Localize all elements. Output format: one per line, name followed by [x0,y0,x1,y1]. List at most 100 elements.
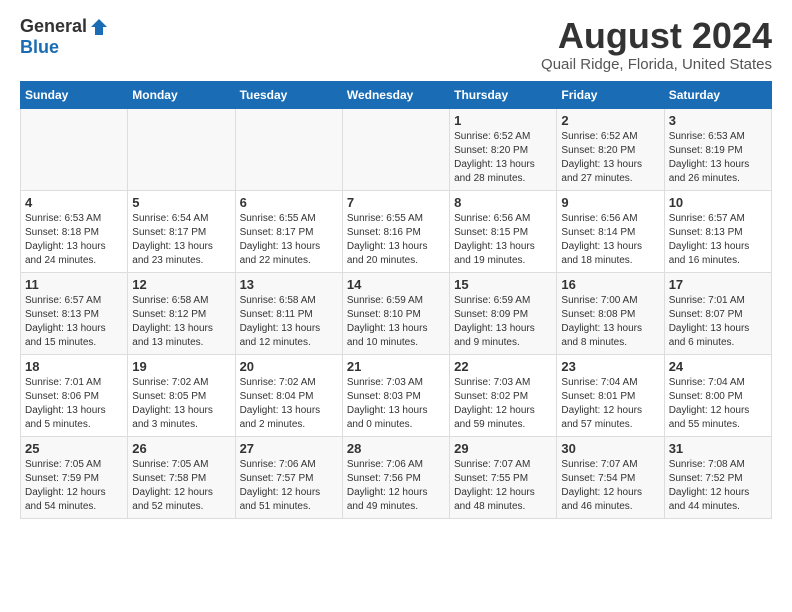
cell-date-number: 21 [347,359,445,374]
calendar-body: 1Sunrise: 6:52 AMSunset: 8:20 PMDaylight… [21,108,772,518]
cell-date-number: 27 [240,441,338,456]
col-monday: Monday [128,81,235,108]
cell-info: Sunrise: 7:05 AMSunset: 7:59 PMDaylight:… [25,458,123,514]
calendar-row: 1Sunrise: 6:52 AMSunset: 8:20 PMDaylight… [21,108,772,190]
cell-info: Sunrise: 7:07 AMSunset: 7:55 PMDaylight:… [454,458,552,514]
cell-date-number: 4 [25,195,123,210]
calendar-cell: 14Sunrise: 6:59 AMSunset: 8:10 PMDayligh… [342,272,449,354]
logo: General Blue [20,16,109,58]
cell-info: Sunrise: 6:53 AMSunset: 8:18 PMDaylight:… [25,212,123,268]
cell-date-number: 14 [347,277,445,292]
cell-date-number: 25 [25,441,123,456]
calendar-cell: 27Sunrise: 7:06 AMSunset: 7:57 PMDayligh… [235,436,342,518]
cell-date-number: 30 [561,441,659,456]
calendar-cell: 12 Sunrise: 6:58 AMSunset: 8:12 PMDayligh… [128,272,235,354]
calendar-cell: 4 Sunrise: 6:53 AMSunset: 8:18 PMDaylight… [21,190,128,272]
logo-blue-text: Blue [20,37,59,58]
calendar-cell: 15Sunrise: 6:59 AMSunset: 8:09 PMDayligh… [450,272,557,354]
cell-date-number: 9 [561,195,659,210]
cell-date-number: 24 [669,359,767,374]
col-saturday: Saturday [664,81,771,108]
calendar-cell: 6 Sunrise: 6:55 AMSunset: 8:17 PMDaylight… [235,190,342,272]
calendar-cell: 29 Sunrise: 7:07 AMSunset: 7:55 PMDayligh… [450,436,557,518]
calendar-cell: 25 Sunrise: 7:05 AMSunset: 7:59 PMDayligh… [21,436,128,518]
calendar-cell [342,108,449,190]
cell-info: Sunrise: 7:00 AMSunset: 8:08 PMDaylight:… [561,294,659,350]
cell-info: Sunrise: 6:57 AMSunset: 8:13 PMDaylight:… [669,212,767,268]
calendar-cell: 21 Sunrise: 7:03 AMSunset: 8:03 PMDayligh… [342,354,449,436]
cell-date-number: 18 [25,359,123,374]
cell-info: Sunrise: 7:08 AMSunset: 7:52 PMDaylight:… [669,458,767,514]
calendar-row: 4 Sunrise: 6:53 AMSunset: 8:18 PMDaylight… [21,190,772,272]
col-friday: Friday [557,81,664,108]
cell-date-number: 10 [669,195,767,210]
calendar-cell: 19 Sunrise: 7:02 AMSunset: 8:05 PMDayligh… [128,354,235,436]
cell-info: Sunrise: 7:04 AMSunset: 8:01 PMDaylight:… [561,376,659,432]
page-title: August 2024 [541,16,772,56]
cell-info: Sunrise: 7:06 AMSunset: 7:56 PMDaylight:… [347,458,445,514]
cell-date-number: 23 [561,359,659,374]
cell-date-number: 22 [454,359,552,374]
cell-date-number: 5 [132,195,230,210]
cell-info: Sunrise: 6:58 AMSunset: 8:12 PMDaylight:… [132,294,230,350]
calendar-cell [235,108,342,190]
col-tuesday: Tuesday [235,81,342,108]
calendar-cell: 18 Sunrise: 7:01 AMSunset: 8:06 PMDayligh… [21,354,128,436]
calendar-cell: 16 Sunrise: 7:00 AMSunset: 8:08 PMDayligh… [557,272,664,354]
cell-info: Sunrise: 7:01 AMSunset: 8:06 PMDaylight:… [25,376,123,432]
col-thursday: Thursday [450,81,557,108]
calendar-cell: 31 Sunrise: 7:08 AMSunset: 7:52 PMDayligh… [664,436,771,518]
cell-date-number: 13 [240,277,338,292]
cell-date-number: 20 [240,359,338,374]
cell-info: Sunrise: 7:02 AMSunset: 8:04 PMDaylight:… [240,376,338,432]
calendar-cell: 7 Sunrise: 6:55 AMSunset: 8:16 PMDaylight… [342,190,449,272]
header-row: Sunday Monday Tuesday Wednesday Thursday… [21,81,772,108]
calendar-cell [21,108,128,190]
calendar-cell: 23 Sunrise: 7:04 AMSunset: 8:01 PMDayligh… [557,354,664,436]
cell-date-number: 7 [347,195,445,210]
cell-info: Sunrise: 6:54 AMSunset: 8:17 PMDaylight:… [132,212,230,268]
calendar-cell: 10 Sunrise: 6:57 AMSunset: 8:13 PMDayligh… [664,190,771,272]
cell-info: Sunrise: 6:52 AMSunset: 8:20 PMDaylight:… [454,130,552,186]
calendar-cell: 11 Sunrise: 6:57 AMSunset: 8:13 PMDayligh… [21,272,128,354]
page-subtitle: Quail Ridge, Florida, United States [541,56,772,73]
cell-date-number: 11 [25,277,123,292]
calendar-header: Sunday Monday Tuesday Wednesday Thursday… [21,81,772,108]
cell-info: Sunrise: 6:55 AMSunset: 8:16 PMDaylight:… [347,212,445,268]
logo-general-text: General [20,16,87,37]
cell-date-number: 29 [454,441,552,456]
cell-date-number: 6 [240,195,338,210]
cell-date-number: 12 [132,277,230,292]
cell-info: Sunrise: 6:57 AMSunset: 8:13 PMDaylight:… [25,294,123,350]
calendar-cell: 2Sunrise: 6:52 AMSunset: 8:20 PMDaylight… [557,108,664,190]
cell-date-number: 16 [561,277,659,292]
calendar-cell: 20 Sunrise: 7:02 AMSunset: 8:04 PMDayligh… [235,354,342,436]
cell-date-number: 15 [454,277,552,292]
cell-info: Sunrise: 7:03 AMSunset: 8:03 PMDaylight:… [347,376,445,432]
cell-info: Sunrise: 6:56 AMSunset: 8:14 PMDaylight:… [561,212,659,268]
cell-date-number: 3 [669,113,767,128]
calendar-cell: 22 Sunrise: 7:03 AMSunset: 8:02 PMDayligh… [450,354,557,436]
calendar-cell: 5 Sunrise: 6:54 AMSunset: 8:17 PMDaylight… [128,190,235,272]
cell-date-number: 19 [132,359,230,374]
calendar-cell: 1Sunrise: 6:52 AMSunset: 8:20 PMDaylight… [450,108,557,190]
calendar-row: 18 Sunrise: 7:01 AMSunset: 8:06 PMDayligh… [21,354,772,436]
calendar-row: 11 Sunrise: 6:57 AMSunset: 8:13 PMDayligh… [21,272,772,354]
cell-date-number: 17 [669,277,767,292]
calendar-cell: 13 Sunrise: 6:58 AMSunset: 8:11 PMDayligh… [235,272,342,354]
calendar-cell: 3 Sunrise: 6:53 AMSunset: 8:19 PMDaylight… [664,108,771,190]
logo-icon [89,17,109,37]
cell-info: Sunrise: 6:55 AMSunset: 8:17 PMDaylight:… [240,212,338,268]
calendar-cell: 26 Sunrise: 7:05 AMSunset: 7:58 PMDayligh… [128,436,235,518]
cell-info: Sunrise: 7:02 AMSunset: 8:05 PMDaylight:… [132,376,230,432]
cell-date-number: 26 [132,441,230,456]
cell-date-number: 31 [669,441,767,456]
cell-info: Sunrise: 7:05 AMSunset: 7:58 PMDaylight:… [132,458,230,514]
cell-info: Sunrise: 6:56 AMSunset: 8:15 PMDaylight:… [454,212,552,268]
cell-info: Sunrise: 6:53 AMSunset: 8:19 PMDaylight:… [669,130,767,186]
cell-info: Sunrise: 7:03 AMSunset: 8:02 PMDaylight:… [454,376,552,432]
col-sunday: Sunday [21,81,128,108]
cell-info: Sunrise: 6:58 AMSunset: 8:11 PMDaylight:… [240,294,338,350]
cell-date-number: 28 [347,441,445,456]
cell-info: Sunrise: 6:52 AMSunset: 8:20 PMDaylight:… [561,130,659,186]
